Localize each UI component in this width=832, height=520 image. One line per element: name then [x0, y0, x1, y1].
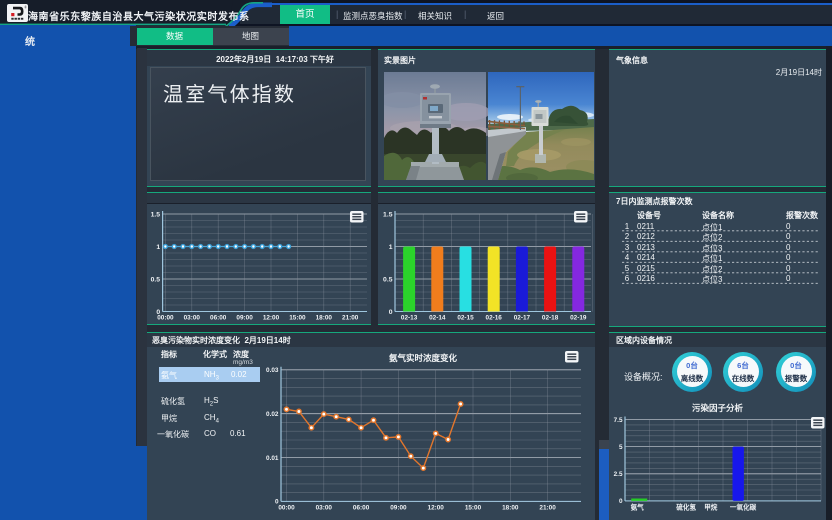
svg-text:1.5: 1.5	[383, 211, 393, 218]
svg-text:0.02: 0.02	[266, 411, 279, 418]
svg-text:02-17: 02-17	[514, 315, 531, 322]
svg-text:02-16: 02-16	[486, 315, 503, 322]
svg-text:21:00: 21:00	[539, 504, 556, 511]
svg-text:7.5: 7.5	[614, 417, 623, 424]
svg-text:5: 5	[619, 444, 623, 451]
svg-text:06:00: 06:00	[210, 315, 227, 322]
svg-text:18:00: 18:00	[316, 315, 333, 322]
svg-text:02-14: 02-14	[429, 315, 446, 322]
svg-text:09:00: 09:00	[236, 315, 253, 322]
svg-text:00:00: 00:00	[157, 315, 174, 322]
svg-text:03:00: 03:00	[316, 504, 333, 511]
svg-text:氨气实时浓度变化: 氨气实时浓度变化	[389, 353, 458, 363]
svg-text:氨气: 氨气	[631, 502, 645, 511]
svg-text:15:00: 15:00	[289, 315, 306, 322]
svg-text:1: 1	[389, 244, 393, 251]
svg-text:12:00: 12:00	[263, 315, 280, 322]
svg-text:2.5: 2.5	[614, 471, 623, 478]
svg-text:02-15: 02-15	[457, 315, 474, 322]
svg-text:03:00: 03:00	[184, 315, 201, 322]
svg-text:12:00: 12:00	[428, 504, 445, 511]
svg-text:1.5: 1.5	[151, 211, 161, 218]
svg-text:02-19: 02-19	[570, 315, 587, 322]
svg-text:02-13: 02-13	[401, 315, 418, 322]
svg-text:15:00: 15:00	[465, 504, 482, 511]
svg-text:18:00: 18:00	[502, 504, 519, 511]
svg-text:0: 0	[619, 498, 623, 505]
svg-text:硫化氢: 硫化氢	[676, 502, 696, 511]
svg-text:0.5: 0.5	[151, 276, 161, 283]
svg-text:®: ®	[24, 5, 27, 9]
svg-text:09:00: 09:00	[390, 504, 407, 511]
svg-text:02-18: 02-18	[542, 315, 559, 322]
svg-text:0: 0	[389, 309, 393, 316]
svg-text:0.5: 0.5	[383, 276, 393, 283]
svg-text:00:00: 00:00	[278, 504, 295, 511]
svg-text:21:00: 21:00	[342, 315, 359, 322]
svg-text:一氧化碳: 一氧化碳	[730, 502, 757, 511]
svg-text:0.03: 0.03	[266, 367, 279, 374]
svg-text:0.01: 0.01	[266, 455, 279, 462]
svg-text:甲烷: 甲烷	[704, 502, 718, 511]
svg-text:1: 1	[156, 244, 160, 251]
svg-text:06:00: 06:00	[353, 504, 370, 511]
